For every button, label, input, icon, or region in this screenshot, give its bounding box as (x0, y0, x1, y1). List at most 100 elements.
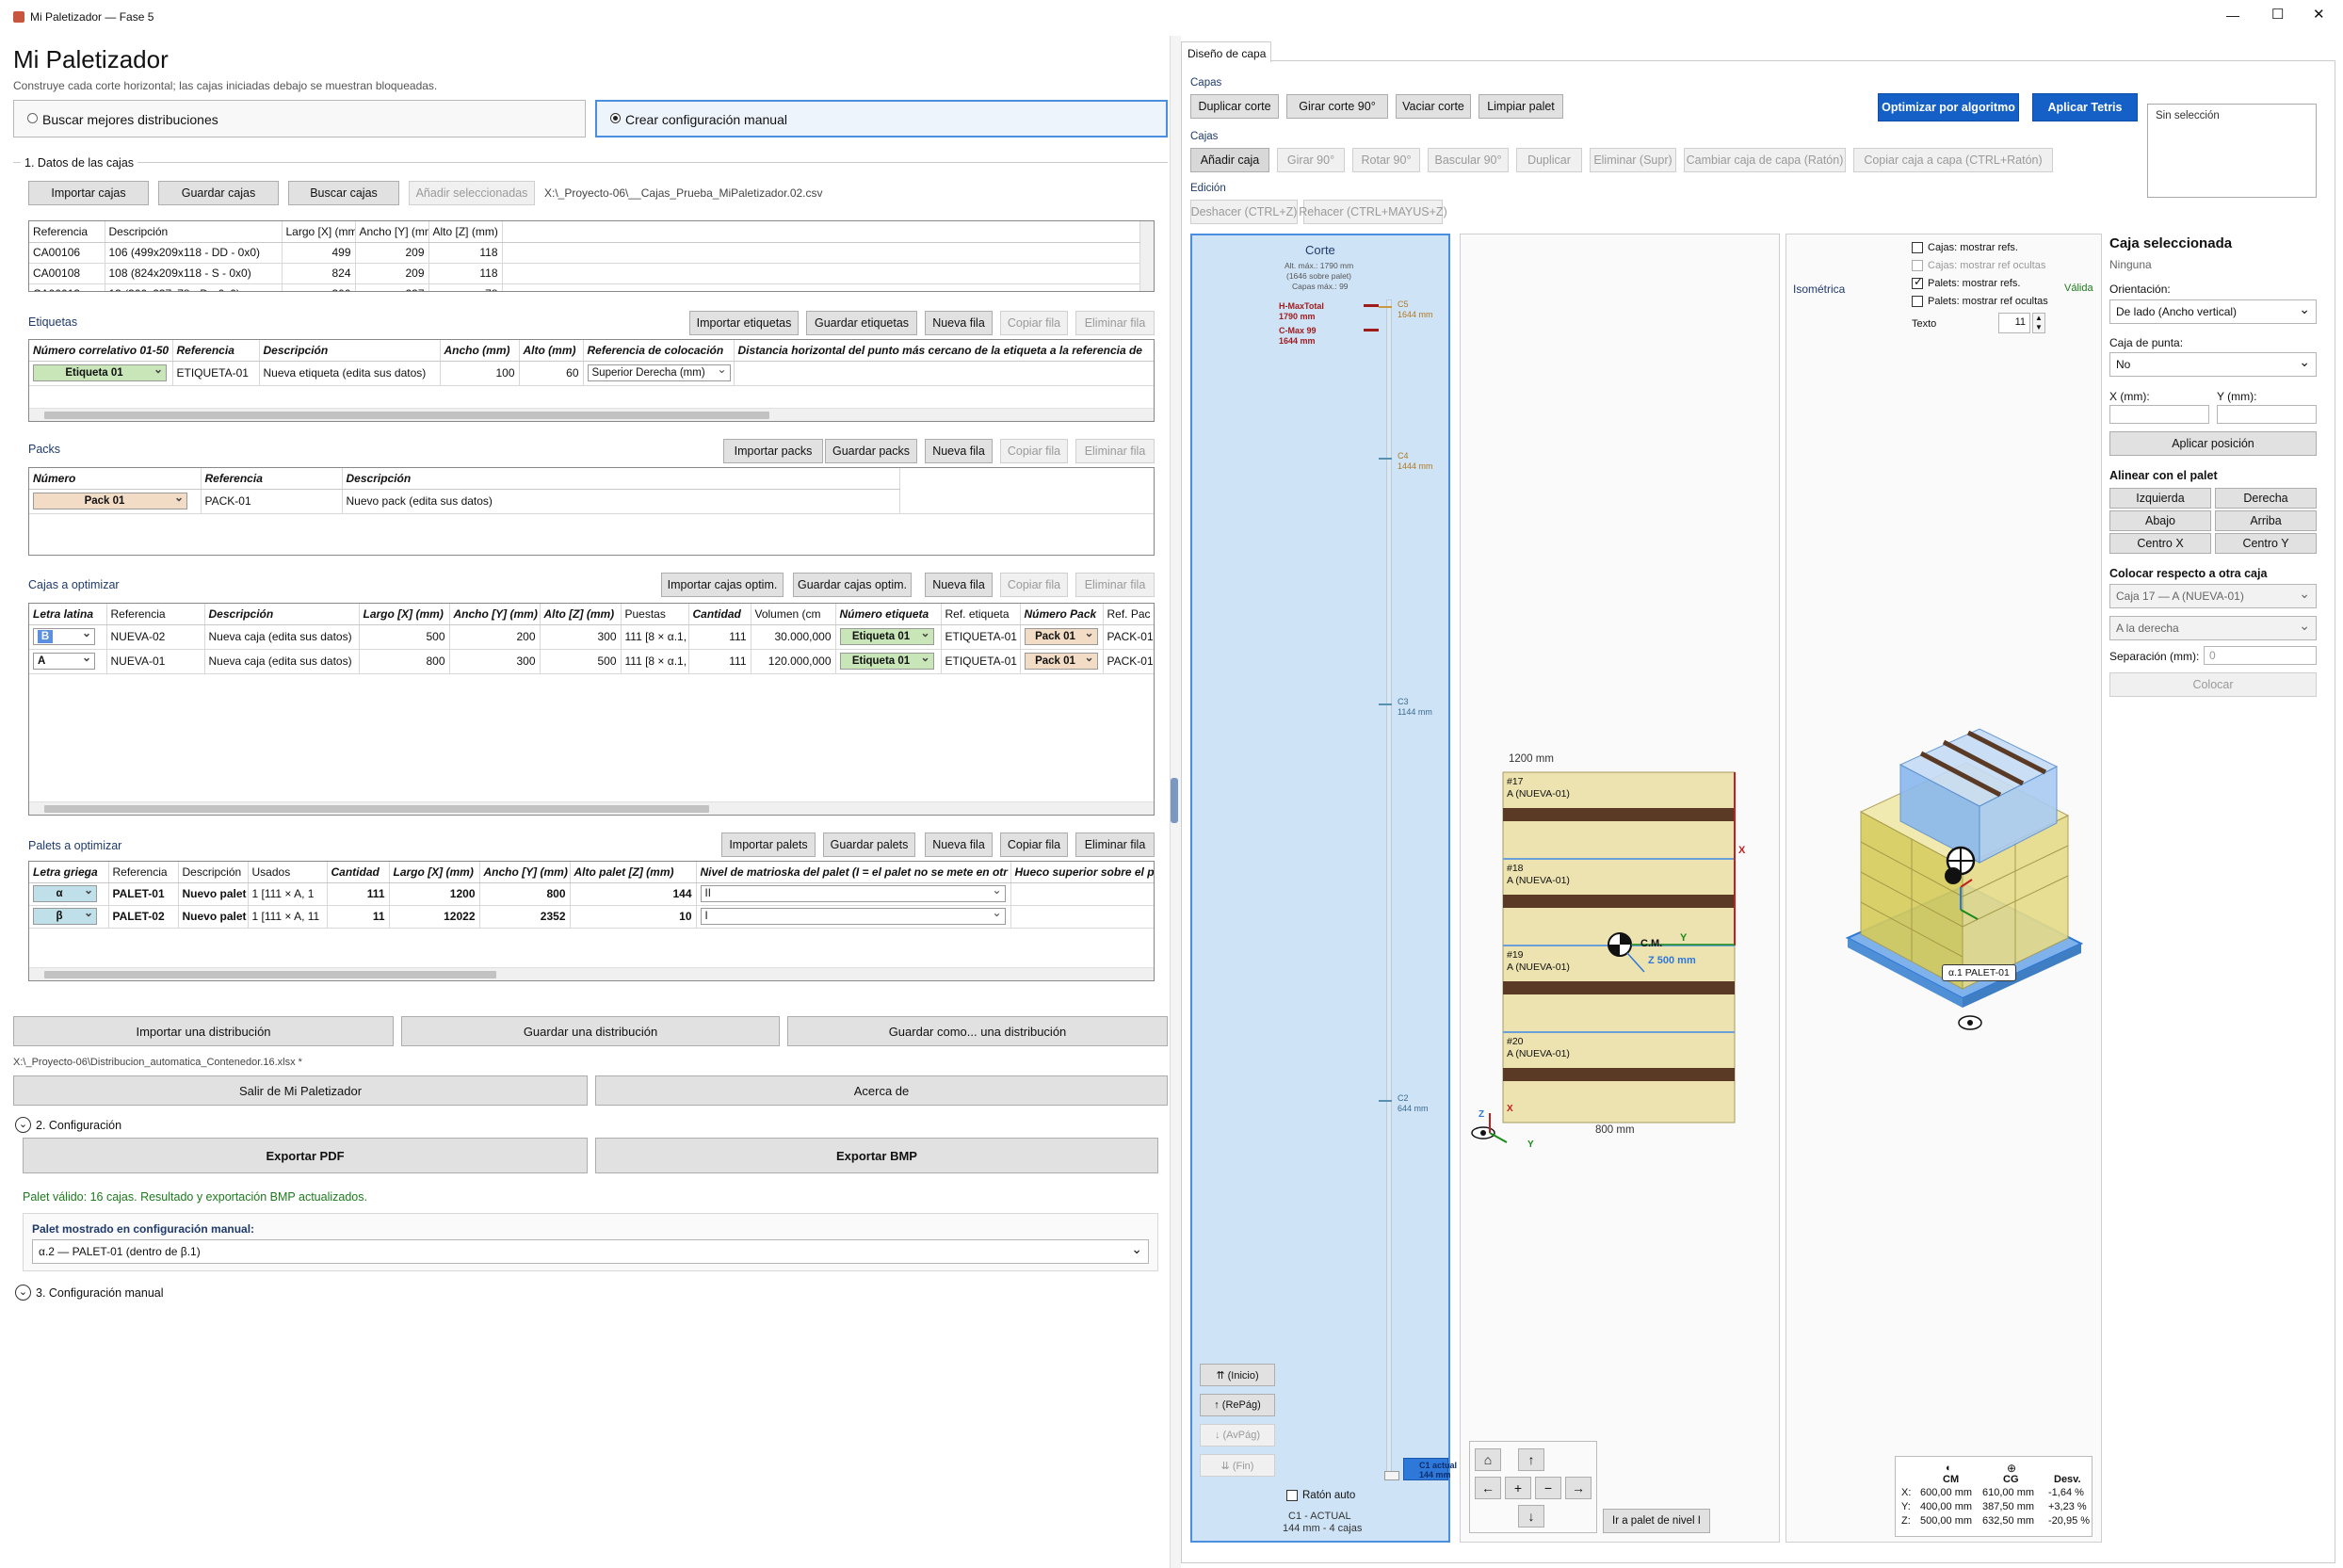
table-row[interactable]: CA00108 108 (824x209x118 - S - 0x0) 824 209… (29, 263, 1140, 284)
table-row[interactable]: B NUEVA-02 Nueva caja (edita sus datos) … (29, 624, 1154, 650)
add-box-button[interactable]: Añadir caja (1190, 148, 1269, 172)
boxes-table[interactable]: Referencia Descripción Largo [X] (mm) An… (28, 220, 1155, 292)
horizontal-scrollbar[interactable] (29, 967, 1154, 980)
rotate-box-button[interactable]: Girar 90° (1277, 148, 1345, 172)
center-y-button[interactable]: Centro Y (2215, 533, 2317, 554)
radio-best[interactable]: Buscar mejores distribuciones (13, 100, 586, 137)
search-boxes-button[interactable]: Buscar cajas (288, 181, 399, 205)
center-x-button[interactable]: Centro X (2109, 533, 2211, 554)
labels-table[interactable]: Número correlativo 01-50 Referencia Descri… (28, 339, 1155, 422)
greek-letter-select[interactable]: β (33, 905, 97, 925)
matrioska-level-select[interactable]: II (700, 882, 1006, 902)
empty-cut-button[interactable]: Vaciar corte (1396, 94, 1471, 119)
table-row[interactable]: CA0001313 (300x237x78 - D - 0x0)30023778 (29, 283, 1140, 291)
align-up-button[interactable]: Arriba (2215, 510, 2317, 531)
new-label-row-button[interactable]: Nueva fila (925, 311, 993, 335)
label-select[interactable]: Etiqueta 01 (839, 650, 934, 670)
matrioska-level-select[interactable]: I (700, 905, 1006, 925)
table-row[interactable]: α PALET-01 Nuevo palet 1 [111 × A, 1 111… (29, 882, 1154, 906)
home-view-button[interactable]: ⌂ (1475, 1448, 1501, 1471)
align-down-button[interactable]: Abajo (2109, 510, 2211, 531)
apply-tetris-button[interactable]: Aplicar Tetris (2032, 93, 2138, 121)
change-layer-button[interactable]: Cambiar caja de capa (Ratón) (1684, 148, 1846, 172)
save-optim-boxes-button[interactable]: Guardar cajas optim. (793, 573, 912, 597)
copy-label-row-button[interactable]: Copiar fila (1000, 311, 1068, 335)
copy-pallet-row-button[interactable]: Copiar fila (1000, 832, 1068, 857)
horizontal-scrollbar[interactable] (29, 408, 1154, 421)
align-right-button[interactable]: Derecha (2215, 488, 2317, 509)
table-row[interactable]: β PALET-02 Nuevo palet 1 [111 × A, 11 11… (29, 905, 1154, 929)
layer-level-tick[interactable] (1379, 1100, 1392, 1103)
delete-optim-row-button[interactable]: Eliminar fila (1075, 573, 1155, 597)
save-pallets-button[interactable]: Guardar palets (823, 832, 915, 857)
import-boxes-button[interactable]: Importar cajas (28, 181, 149, 205)
close-button[interactable]: ✕ (2313, 6, 2325, 23)
chk-pallet-hidden-refs[interactable]: Palets: mostrar ref ocultas (1912, 294, 2081, 309)
import-labels-button[interactable]: Importar etiquetas (689, 311, 799, 335)
radio-manual[interactable]: Crear configuración manual (595, 100, 1168, 137)
pan-down-button[interactable]: ↓ (1518, 1505, 1544, 1528)
delete-pallet-row-button[interactable]: Eliminar fila (1075, 832, 1155, 857)
place-button[interactable]: Colocar (2109, 672, 2317, 697)
layer-level-tick[interactable] (1379, 458, 1392, 461)
config-expander[interactable]: ⌄ 2. Configuración (15, 1117, 203, 1136)
delete-pack-row-button[interactable]: Eliminar fila (1075, 439, 1155, 463)
apply-position-button[interactable]: Aplicar posición (2109, 431, 2317, 456)
table-row[interactable]: Etiqueta 01 ETIQUETA-01 Nueva etiqueta (… (29, 361, 1154, 386)
x-mm-input[interactable] (2109, 405, 2209, 424)
pan-up-button[interactable]: ↑ (1518, 1448, 1544, 1471)
shown-pallet-select[interactable]: α.2 — PALET-01 (dentro de β.1) (32, 1239, 1149, 1264)
relative-box-select[interactable]: Caja 17 — A (NUEVA-01) (2109, 584, 2317, 608)
new-optim-row-button[interactable]: Nueva fila (925, 573, 993, 597)
tip-select[interactable]: No (2109, 352, 2317, 377)
pack-select[interactable]: Pack 01 (1024, 625, 1098, 645)
duplicate-box-button[interactable]: Duplicar (1516, 148, 1582, 172)
layer-level-tick[interactable] (1379, 703, 1392, 705)
layer-level-tick[interactable] (1379, 306, 1392, 308)
text-size-stepper[interactable]: 11 (1998, 313, 2030, 333)
tilt-box-button[interactable]: Bascular 90° (1428, 148, 1509, 172)
new-pallet-row-button[interactable]: Nueva fila (925, 832, 993, 857)
copy-pack-row-button[interactable]: Copiar fila (1000, 439, 1068, 463)
separation-input[interactable]: 0 (2204, 646, 2317, 665)
save-labels-button[interactable]: Guardar etiquetas (806, 311, 917, 335)
minimize-button[interactable]: — (2226, 8, 2239, 23)
latin-letter-select[interactable]: B (33, 625, 95, 645)
mouse-auto-checkbox[interactable]: Ratón auto (1286, 1488, 1381, 1503)
clear-pallet-button[interactable]: Limpiar palet (1479, 94, 1563, 119)
redo-button[interactable]: Rehacer (CTRL+MAYUS+Z) (1299, 200, 1447, 224)
optim-boxes-table[interactable]: Letra latina Referencia Descripción Largo [… (28, 603, 1155, 816)
chk-box-refs[interactable]: Cajas: mostrar refs. (1912, 240, 2062, 255)
export-bmp-button[interactable]: Exportar BMP (595, 1138, 1158, 1173)
tab-layer-design[interactable]: Diseño de capa (1181, 41, 1271, 62)
save-distribution-button[interactable]: Guardar una distribución (401, 1016, 780, 1046)
orientation-select[interactable]: De lado (Ancho vertical) (2109, 299, 2317, 324)
duplicate-cut-button[interactable]: Duplicar corte (1190, 94, 1279, 119)
optimize-algorithm-button[interactable]: Optimizar por algoritmo (1878, 93, 2019, 121)
pack-select[interactable]: Pack 01 (1024, 650, 1098, 670)
rotate-cut-button[interactable]: Girar corte 90° (1286, 94, 1388, 119)
zoom-out-button[interactable]: − (1535, 1477, 1561, 1499)
nav-pgup-button[interactable]: ↑ (RePág) (1200, 1394, 1275, 1416)
import-pallets-button[interactable]: Importar palets (721, 832, 816, 857)
save-packs-button[interactable]: Guardar packs (825, 439, 917, 463)
table-row[interactable]: CA00106 106 (499x209x118 - DD - 0x0) 499 20… (29, 242, 1140, 264)
label-select[interactable]: Etiqueta 01 (839, 625, 934, 645)
stepper-arrows-icon[interactable]: ▲ ▼ (2032, 313, 2045, 333)
horizontal-scrollbar[interactable] (29, 801, 1154, 815)
pack-number-select[interactable]: Pack 01 (33, 490, 187, 509)
save-as-distribution-button[interactable]: Guardar como... una distribución (787, 1016, 1168, 1046)
table-row[interactable]: Pack 01 PACK-01 Nuevo pack (edita sus da… (29, 489, 1154, 514)
greek-letter-select[interactable]: α (33, 882, 97, 902)
export-pdf-button[interactable]: Exportar PDF (23, 1138, 588, 1173)
import-packs-button[interactable]: Importar packs (723, 439, 823, 463)
y-mm-input[interactable] (2217, 405, 2317, 424)
relative-side-select[interactable]: A la derecha (2109, 616, 2317, 640)
pan-left-button[interactable]: ← (1475, 1477, 1501, 1499)
packs-table[interactable]: NúmeroReferenciaDescripción Pack 01 PACK… (28, 467, 1155, 556)
copy-box-layer-button[interactable]: Copiar caja a capa (CTRL+Ratón) (1853, 148, 2053, 172)
pan-right-button[interactable]: → (1565, 1477, 1592, 1499)
import-distribution-button[interactable]: Importar una distribución (13, 1016, 394, 1046)
nav-pgdn-button[interactable]: ↓ (AvPág) (1200, 1424, 1275, 1447)
exit-button[interactable]: Salir de Mi Paletizador (13, 1075, 588, 1106)
